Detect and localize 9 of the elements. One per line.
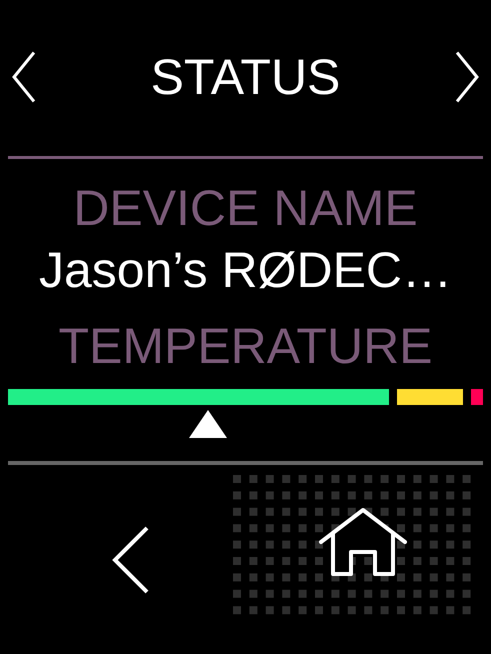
home-icon [319,507,407,577]
back-button[interactable] [110,524,150,594]
chevron-left-icon [110,526,148,594]
home-button[interactable] [319,507,407,577]
screen-title: STATUS [150,52,340,102]
field-label: TEMPERATURE [58,317,433,376]
device-name: Jason’s RØDEC… [38,241,452,300]
temperature-marker-icon [188,410,226,438]
field-label: DEVICE NAME [73,179,418,238]
